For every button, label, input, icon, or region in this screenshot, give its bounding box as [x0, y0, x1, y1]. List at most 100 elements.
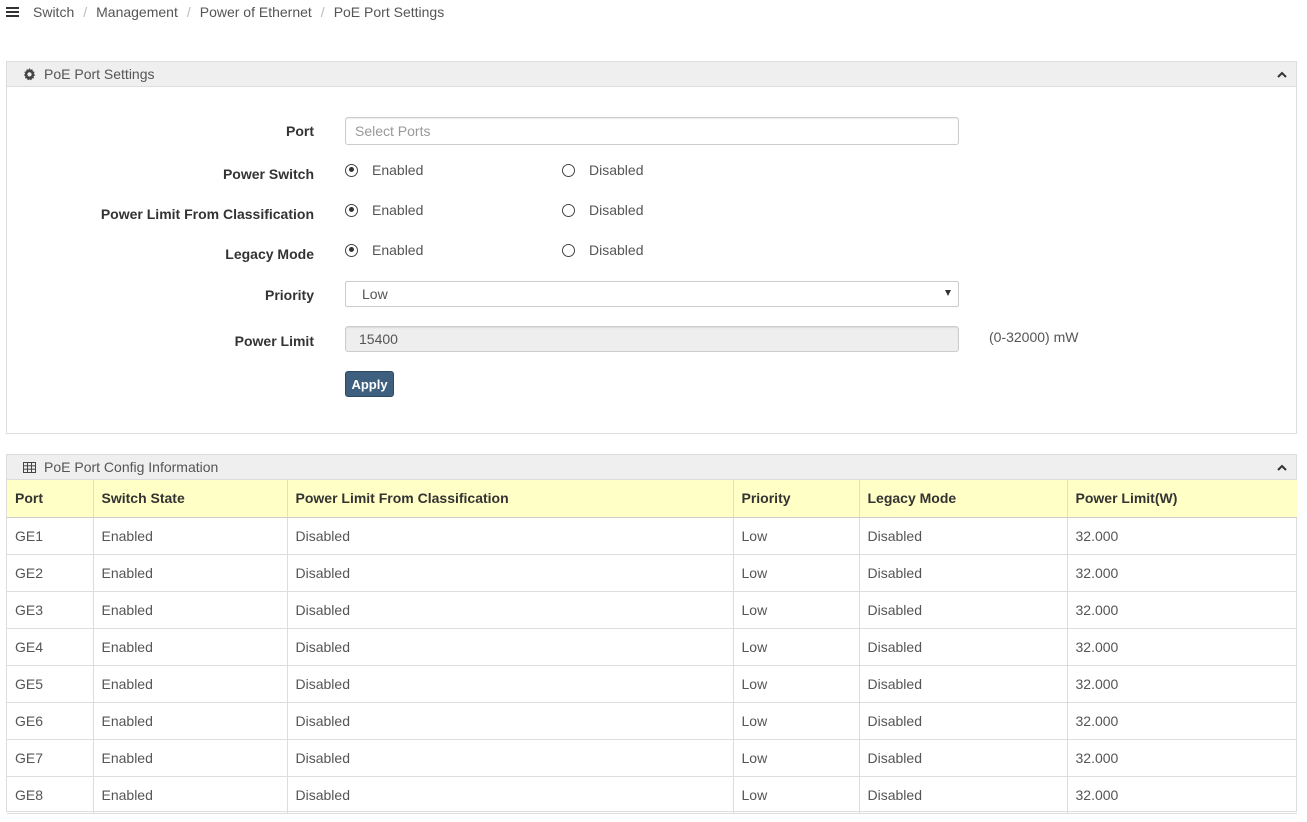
table-icon [22, 460, 36, 474]
breadcrumb-separator: / [83, 4, 88, 20]
cell-port: GE8 [7, 776, 94, 814]
cell-power-limit: 32.000 [1067, 739, 1297, 777]
poe-port-settings-panel: PoE Port Settings Port Power Switch Enab… [6, 61, 1297, 434]
column-header-switch-state[interactable]: Switch State [93, 480, 288, 518]
menu-icon[interactable] [6, 7, 19, 17]
power-limit-label: Power Limit [234, 333, 314, 349]
table-row[interactable]: GE2 Enabled Disabled Low Disabled 32.000 [7, 554, 1297, 592]
power-limit-classification-disabled-radio[interactable]: Disabled [562, 202, 643, 218]
radio-checked-icon [345, 203, 358, 217]
table-row[interactable]: GE6 Enabled Disabled Low Disabled 32.000 [7, 702, 1297, 740]
breadcrumb: Switch / Management / Power of Ethernet … [6, 3, 444, 21]
breadcrumb-power-of-ethernet[interactable]: Power of Ethernet [200, 4, 312, 20]
cell-legacy-mode: Disabled [859, 702, 1068, 740]
poe-config-table: Port Switch State Power Limit From Class… [7, 480, 1297, 814]
power-switch-disabled-radio[interactable]: Disabled [562, 162, 643, 178]
cell-power-limit: 32.000 [1067, 665, 1297, 703]
priority-select[interactable]: Low [345, 281, 959, 307]
cell-legacy-mode: Disabled [859, 517, 1068, 555]
breadcrumb-separator: / [186, 4, 191, 20]
cell-legacy-mode: Disabled [859, 591, 1068, 629]
table-row[interactable]: GE7 Enabled Disabled Low Disabled 32.000 [7, 739, 1297, 777]
cell-power-limit-classification: Disabled [287, 591, 734, 629]
cell-switch-state: Enabled [93, 554, 288, 592]
cell-switch-state: Enabled [93, 702, 288, 740]
cell-port: GE1 [7, 517, 94, 555]
power-limit-classification-row: Power Limit From Classification Enabled … [7, 200, 1296, 224]
port-label: Port [286, 123, 314, 139]
cell-port: GE5 [7, 665, 94, 703]
power-limit-unit: (0-32000) mW [989, 329, 1079, 345]
table-row[interactable]: GE4 Enabled Disabled Low Disabled 32.000 [7, 628, 1297, 666]
breadcrumb-separator: / [320, 4, 325, 20]
column-header-power-limit[interactable]: Power Limit(W) [1067, 480, 1297, 518]
radio-label: Disabled [589, 202, 644, 218]
gear-icon [22, 67, 36, 81]
power-limit-classification-enabled-radio[interactable]: Enabled [345, 202, 423, 218]
cell-power-limit-classification: Disabled [287, 776, 734, 814]
radio-checked-icon [345, 243, 358, 257]
cell-port: GE7 [7, 739, 94, 777]
cell-power-limit-classification: Disabled [287, 702, 734, 740]
caret-down-icon [945, 290, 951, 296]
port-select-input[interactable] [345, 117, 959, 145]
cell-power-limit-classification: Disabled [287, 554, 734, 592]
cell-priority: Low [733, 702, 860, 740]
column-header-port[interactable]: Port [7, 480, 94, 518]
cell-power-limit: 32.000 [1067, 702, 1297, 740]
column-header-priority[interactable]: Priority [733, 480, 860, 518]
legacy-mode-row: Legacy Mode Enabled Disabled [7, 240, 1296, 264]
cell-power-limit: 32.000 [1067, 591, 1297, 629]
cell-power-limit: 32.000 [1067, 517, 1297, 555]
cell-legacy-mode: Disabled [859, 739, 1068, 777]
priority-row: Priority Low [7, 280, 1296, 308]
cell-switch-state: Enabled [93, 665, 288, 703]
cell-switch-state: Enabled [93, 739, 288, 777]
panel-header: PoE Port Config Information [7, 455, 1296, 480]
cell-legacy-mode: Disabled [859, 665, 1068, 703]
cell-port: GE3 [7, 591, 94, 629]
cell-priority: Low [733, 591, 860, 629]
cell-port: GE2 [7, 554, 94, 592]
power-switch-label: Power Switch [222, 166, 314, 182]
cell-switch-state: Enabled [93, 591, 288, 629]
cell-legacy-mode: Disabled [859, 628, 1068, 666]
table-row[interactable]: GE8 Enabled Disabled Low Disabled 32.000 [7, 776, 1297, 814]
cell-priority: Low [733, 776, 860, 814]
panel-title: PoE Port Settings [44, 66, 155, 82]
cell-priority: Low [733, 628, 860, 666]
radio-checked-icon [345, 163, 358, 177]
column-header-power-limit-classification[interactable]: Power Limit From Classification [287, 480, 734, 518]
chevron-up-icon[interactable] [1276, 68, 1288, 80]
legacy-mode-disabled-radio[interactable]: Disabled [562, 242, 643, 258]
cell-switch-state: Enabled [93, 628, 288, 666]
table-row[interactable]: GE3 Enabled Disabled Low Disabled 32.000 [7, 591, 1297, 629]
power-limit-input[interactable] [345, 326, 959, 352]
cell-priority: Low [733, 739, 860, 777]
power-switch-enabled-radio[interactable]: Enabled [345, 162, 423, 178]
radio-label: Disabled [589, 242, 644, 258]
panel-title: PoE Port Config Information [44, 459, 219, 475]
cell-power-limit: 32.000 [1067, 776, 1297, 814]
cell-switch-state: Enabled [93, 776, 288, 814]
cell-legacy-mode: Disabled [859, 554, 1068, 592]
legacy-mode-enabled-radio[interactable]: Enabled [345, 242, 423, 258]
chevron-up-icon[interactable] [1276, 461, 1288, 473]
radio-label: Enabled [372, 202, 424, 218]
cell-power-limit-classification: Disabled [287, 517, 734, 555]
cell-power-limit-classification: Disabled [287, 739, 734, 777]
priority-value: Low [362, 286, 388, 302]
legacy-mode-label: Legacy Mode [225, 246, 314, 262]
cell-port: GE4 [7, 628, 94, 666]
table-row[interactable]: GE5 Enabled Disabled Low Disabled 32.000 [7, 665, 1297, 703]
poe-port-config-info-panel: PoE Port Config Information Port Switch … [6, 454, 1297, 814]
breadcrumb-switch[interactable]: Switch [33, 4, 74, 20]
column-header-legacy-mode[interactable]: Legacy Mode [859, 480, 1068, 518]
table-row[interactable]: GE1 Enabled Disabled Low Disabled 32.000 [7, 517, 1297, 555]
cell-power-limit-classification: Disabled [287, 665, 734, 703]
cell-priority: Low [733, 554, 860, 592]
breadcrumb-management[interactable]: Management [96, 4, 178, 20]
apply-button[interactable]: Apply [345, 371, 394, 397]
radio-unchecked-icon [562, 203, 575, 217]
cell-priority: Low [733, 517, 860, 555]
